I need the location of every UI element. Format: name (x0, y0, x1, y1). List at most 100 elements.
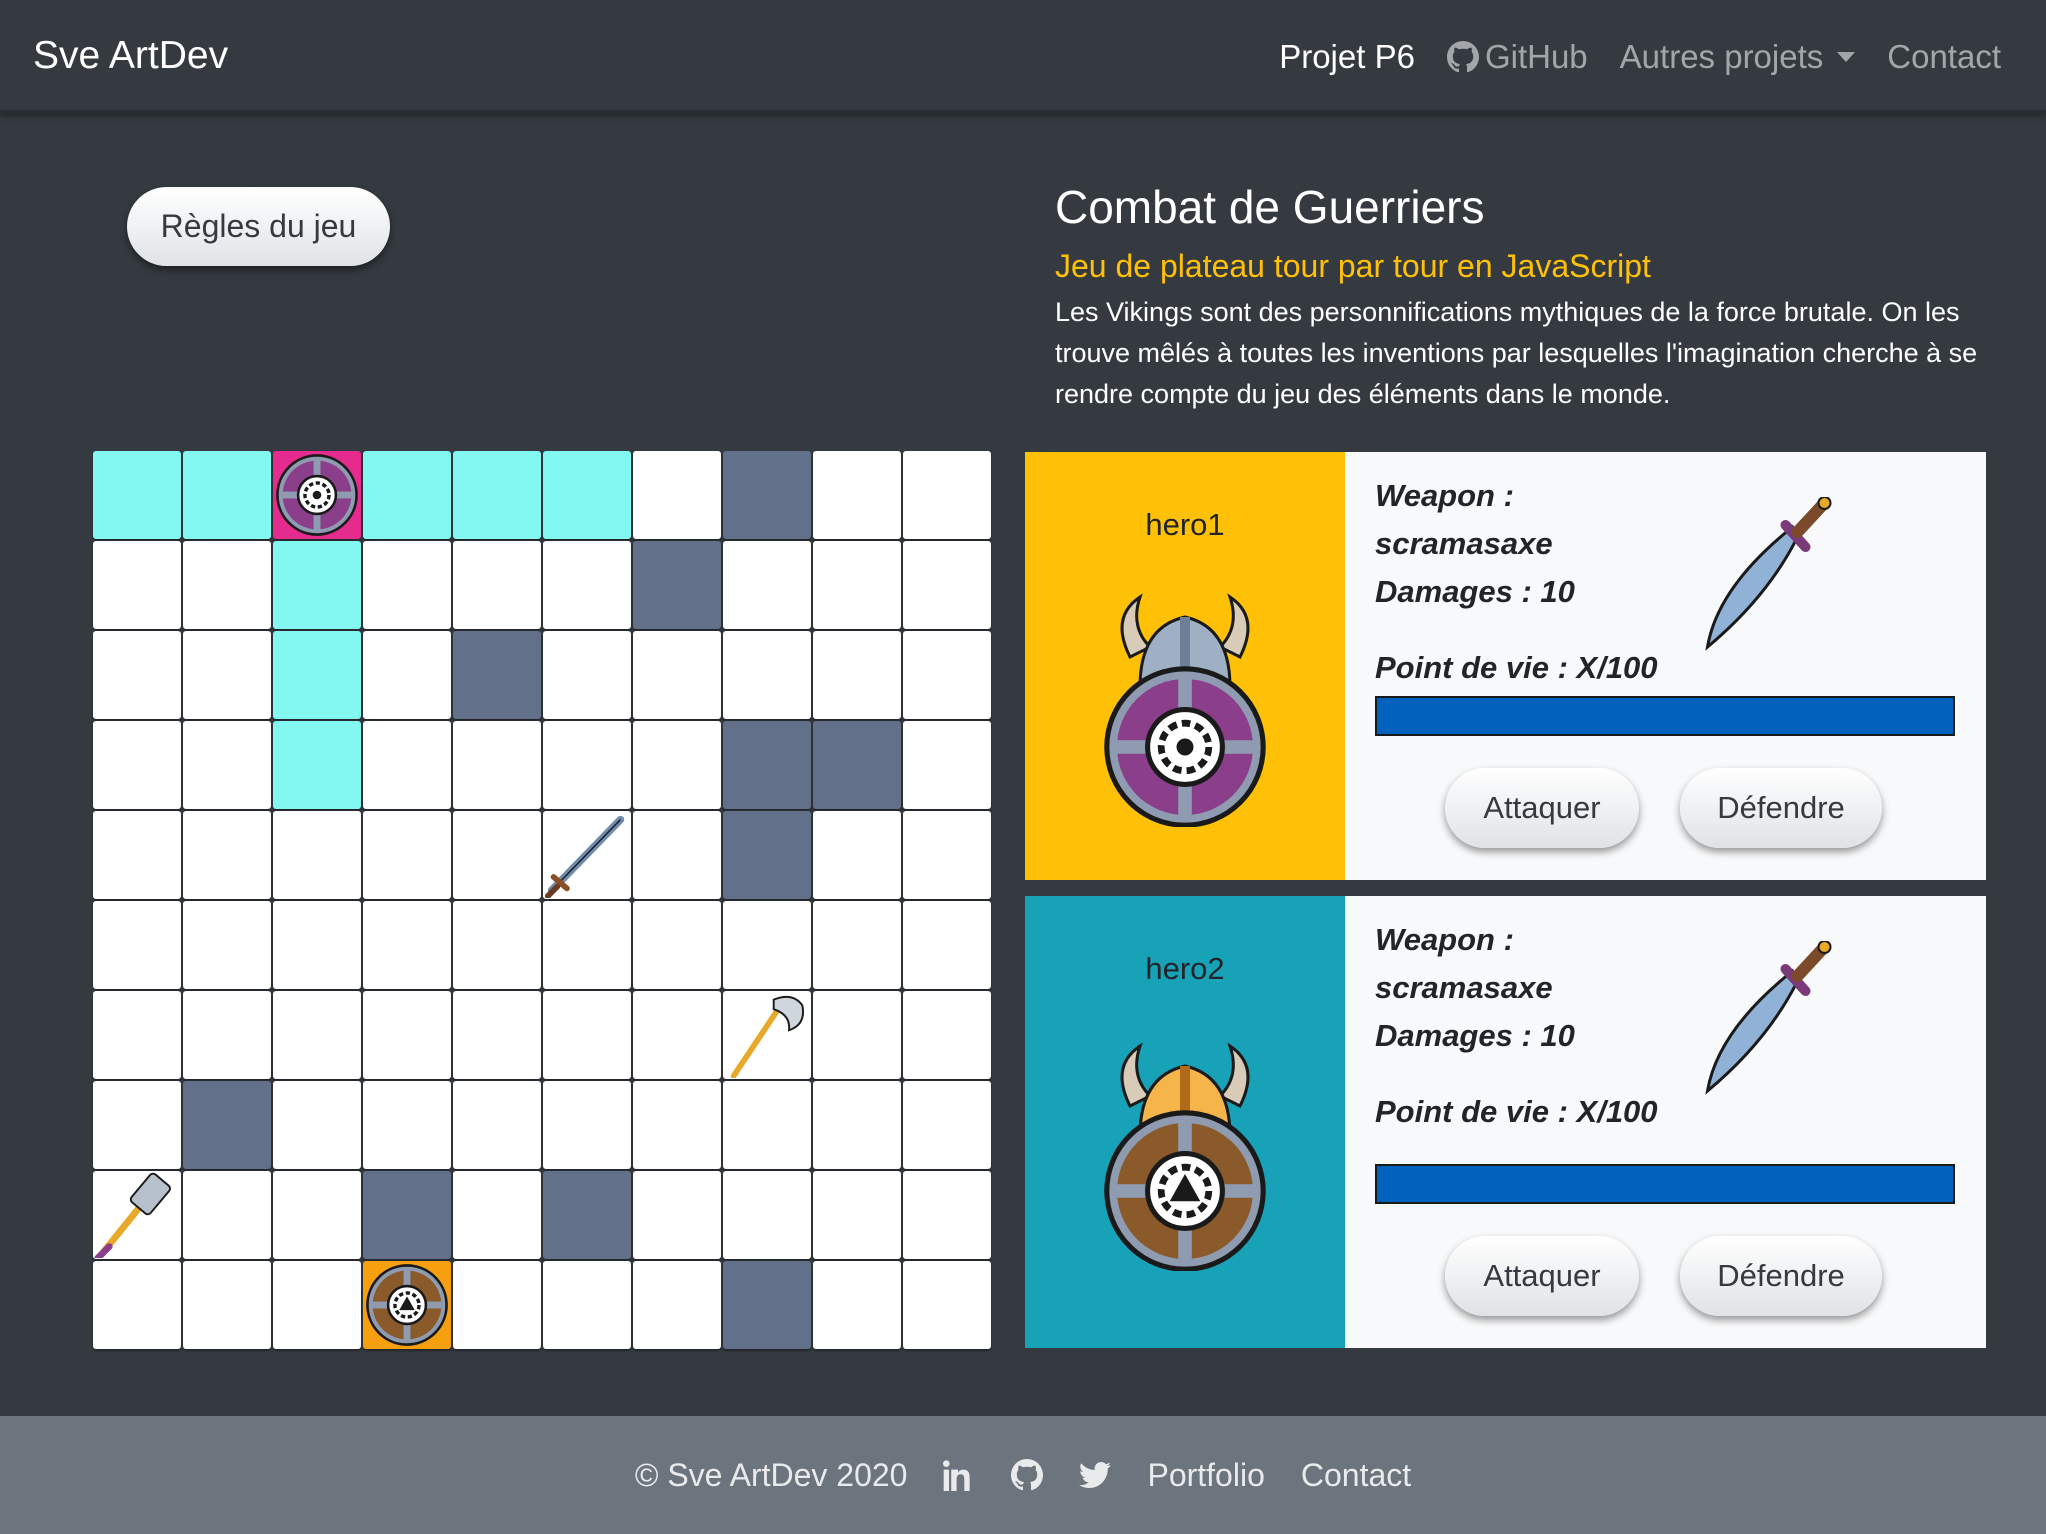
board-cell-empty[interactable] (453, 1171, 541, 1259)
board-cell-empty[interactable] (183, 901, 271, 989)
board-cell-empty[interactable] (633, 1081, 721, 1169)
board-cell-empty[interactable] (363, 811, 451, 899)
twitter-icon[interactable] (1079, 1459, 1112, 1491)
board-cell-empty[interactable] (633, 451, 721, 539)
board-cell-empty[interactable] (183, 631, 271, 719)
board-cell-wall[interactable] (723, 721, 811, 809)
board-cell-move[interactable] (273, 631, 361, 719)
nav-link-github[interactable]: GitHub (1446, 38, 1588, 76)
board-cell-empty[interactable] (723, 631, 811, 719)
board-cell-empty[interactable] (813, 1171, 901, 1259)
footer-link-portfolio[interactable]: Portfolio (1147, 1457, 1264, 1494)
board-cell-empty[interactable] (453, 991, 541, 1079)
board-cell-empty[interactable] (363, 721, 451, 809)
board-cell-empty[interactable] (633, 811, 721, 899)
board-cell-empty[interactable] (903, 1081, 991, 1169)
footer-link-contact[interactable]: Contact (1301, 1457, 1411, 1494)
board-cell-empty[interactable] (813, 811, 901, 899)
brand-logo[interactable]: Sve ArtDev (33, 34, 228, 78)
board-cell-empty[interactable] (273, 1171, 361, 1259)
board-cell-empty[interactable] (543, 1081, 631, 1169)
board-cell-empty[interactable] (453, 541, 541, 629)
board-cell-hammer[interactable] (93, 1171, 181, 1259)
board-cell-empty[interactable] (903, 901, 991, 989)
board-cell-wall[interactable] (813, 721, 901, 809)
board-cell-empty[interactable] (903, 541, 991, 629)
board-cell-empty[interactable] (813, 1261, 901, 1349)
board-cell-empty[interactable] (903, 811, 991, 899)
board-cell-empty[interactable] (813, 451, 901, 539)
board-cell-empty[interactable] (903, 1261, 991, 1349)
nav-link-contact[interactable]: Contact (1887, 38, 2001, 76)
board-cell-move[interactable] (363, 451, 451, 539)
board-cell-empty[interactable] (543, 991, 631, 1079)
board-cell-empty[interactable] (543, 541, 631, 629)
board-cell-move[interactable] (543, 451, 631, 539)
board-cell-wall[interactable] (453, 631, 541, 719)
board-cell-empty[interactable] (543, 1261, 631, 1349)
board-cell-empty[interactable] (183, 1261, 271, 1349)
board-cell-empty[interactable] (633, 631, 721, 719)
board-cell-empty[interactable] (183, 721, 271, 809)
board-cell-empty[interactable] (363, 991, 451, 1079)
board-cell-wall[interactable] (183, 1081, 271, 1169)
board-cell-empty[interactable] (273, 811, 361, 899)
hero2-defend-button[interactable]: Défendre (1680, 1236, 1882, 1316)
board-cell-axe[interactable] (723, 991, 811, 1079)
hero1-attack-button[interactable]: Attaquer (1445, 768, 1639, 848)
github-icon[interactable] (1011, 1459, 1044, 1491)
board-cell-empty[interactable] (903, 1171, 991, 1259)
board-cell-move[interactable] (183, 451, 271, 539)
board-cell-move[interactable] (273, 541, 361, 629)
board-cell-empty[interactable] (273, 1081, 361, 1169)
board-cell-empty[interactable] (453, 1261, 541, 1349)
board-cell-empty[interactable] (903, 721, 991, 809)
board-cell-empty[interactable] (363, 1081, 451, 1169)
linkedin-icon[interactable] (943, 1459, 975, 1491)
board-cell-empty[interactable] (723, 541, 811, 629)
board-cell-empty[interactable] (543, 721, 631, 809)
board-cell-empty[interactable] (363, 631, 451, 719)
board-cell-wall[interactable] (723, 451, 811, 539)
board-cell-empty[interactable] (93, 811, 181, 899)
board-cell-player1[interactable] (273, 451, 361, 539)
board-cell-empty[interactable] (273, 901, 361, 989)
hero1-defend-button[interactable]: Défendre (1680, 768, 1882, 848)
board-cell-empty[interactable] (543, 631, 631, 719)
board-cell-empty[interactable] (633, 721, 721, 809)
board-cell-empty[interactable] (723, 901, 811, 989)
board-cell-move[interactable] (273, 721, 361, 809)
board-cell-empty[interactable] (723, 1081, 811, 1169)
board-cell-empty[interactable] (93, 1261, 181, 1349)
board-cell-wall[interactable] (723, 811, 811, 899)
board-cell-empty[interactable] (633, 901, 721, 989)
board-cell-empty[interactable] (813, 1081, 901, 1169)
board-cell-empty[interactable] (633, 1261, 721, 1349)
board-cell-empty[interactable] (453, 811, 541, 899)
board-cell-empty[interactable] (453, 1081, 541, 1169)
board-cell-empty[interactable] (903, 451, 991, 539)
board-cell-empty[interactable] (363, 901, 451, 989)
board-cell-empty[interactable] (363, 541, 451, 629)
nav-dropdown-autres-projets[interactable]: Autres projets (1620, 38, 1856, 76)
board-cell-empty[interactable] (813, 991, 901, 1079)
board-cell-empty[interactable] (93, 631, 181, 719)
board-cell-empty[interactable] (183, 541, 271, 629)
hero2-attack-button[interactable]: Attaquer (1445, 1236, 1639, 1316)
board-cell-empty[interactable] (543, 901, 631, 989)
board-cell-empty[interactable] (633, 991, 721, 1079)
board-cell-wall[interactable] (633, 541, 721, 629)
board-cell-empty[interactable] (183, 991, 271, 1079)
board-cell-empty[interactable] (183, 811, 271, 899)
board-cell-empty[interactable] (813, 631, 901, 719)
board-cell-empty[interactable] (453, 721, 541, 809)
board-cell-wall[interactable] (363, 1171, 451, 1259)
board-cell-sword[interactable] (543, 811, 631, 899)
board-cell-player2[interactable] (363, 1261, 451, 1349)
board-cell-empty[interactable] (93, 541, 181, 629)
board-cell-empty[interactable] (93, 1081, 181, 1169)
board-cell-empty[interactable] (93, 991, 181, 1079)
board-cell-move[interactable] (93, 451, 181, 539)
board-cell-empty[interactable] (453, 901, 541, 989)
rules-button[interactable]: Règles du jeu (127, 187, 390, 266)
